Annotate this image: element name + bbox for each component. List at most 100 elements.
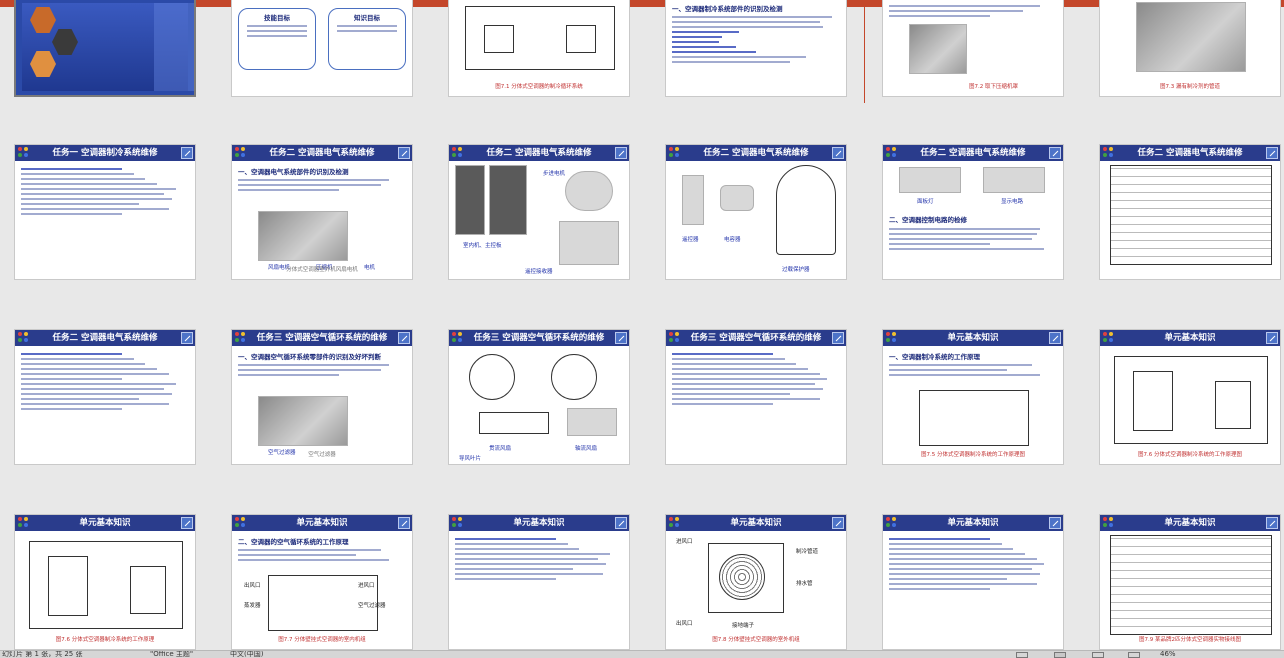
text-line bbox=[21, 178, 146, 180]
slide-title: 单元基本知识 bbox=[730, 518, 782, 528]
text-line bbox=[455, 563, 607, 565]
logo-icon bbox=[885, 146, 899, 160]
text-line bbox=[238, 364, 390, 366]
hexagon-image bbox=[30, 7, 56, 33]
zoom-level: 46% bbox=[1160, 650, 1176, 658]
text-line bbox=[889, 578, 1007, 580]
slide-thumbnail[interactable]: 一、空调器制冷系统部件的识别及检测 bbox=[665, 0, 847, 97]
logo-icon bbox=[451, 331, 465, 345]
reading-view-button[interactable] bbox=[1092, 652, 1104, 658]
overload-protector-diagram bbox=[776, 165, 836, 255]
receiver-photo bbox=[559, 221, 619, 265]
figure-caption: 图7.1 分体式空调器的制冷循环系统 bbox=[495, 84, 583, 90]
pen-icon bbox=[615, 147, 627, 159]
text-line bbox=[889, 369, 1007, 371]
slide-thumbnail[interactable]: 单元基本知识 图7.6 分体式空调器制冷系统的工作原理图 bbox=[1099, 329, 1281, 465]
slide-thumbnail[interactable] bbox=[14, 0, 196, 97]
slide-thumbnail[interactable]: 单元基本知识 图7.6 分体式空调器制冷系统的工作原理 bbox=[14, 514, 196, 650]
control-board-photo bbox=[455, 165, 485, 235]
axial-fan-diagram bbox=[469, 354, 515, 400]
slide-body: 一、空调器制冷系统的工作原理 图7.5 分体式空调器制冷系统的工作原理图 bbox=[889, 350, 1057, 460]
slide-thumbnail[interactable]: 技能目标 知识目标 bbox=[231, 0, 413, 97]
slide-sorter-grid: 技能目标 知识目标图7.1 分体式空调器的制冷循环系统 一、空调器制冷系统部件的识别… bbox=[0, 0, 1284, 650]
capacitor-photo bbox=[720, 185, 754, 211]
slide-thumbnail[interactable]: 任务三 空调器空气循环系统的维修 一、空调器空气循环系统零部件的识别及好坏判断 空气… bbox=[231, 329, 413, 465]
slide-thumbnail[interactable]: 任务二 空调器电气系统维修 bbox=[14, 329, 196, 465]
slide-title: 任务二 空调器电气系统维修 bbox=[52, 333, 158, 343]
control-board-photo bbox=[489, 165, 527, 235]
slide-title: 任务二 空调器电气系统维修 bbox=[703, 148, 809, 158]
part-label: 进风口 bbox=[676, 539, 693, 545]
logo-icon bbox=[668, 516, 682, 530]
pipe-photo bbox=[1136, 2, 1246, 72]
slide-body: 图7.9 某品牌2匹分体式空调器实物接线图 bbox=[1106, 535, 1274, 645]
slide-thumbnail[interactable]: 任务二 空调器电气系统维修 面板灯 显示电路 二、空调器控制电路的检修 bbox=[882, 144, 1064, 280]
text-line bbox=[21, 183, 158, 185]
text-line bbox=[455, 538, 556, 540]
text-line bbox=[336, 25, 398, 27]
slide-title: 任务二 空调器电气系统维修 bbox=[920, 148, 1026, 158]
pen-icon bbox=[1049, 147, 1061, 159]
slide-title: 单元基本知识 bbox=[79, 518, 131, 528]
section-heading: 一、空调器制冷系统部件的识别及检测 bbox=[672, 5, 783, 13]
logo-icon bbox=[451, 516, 465, 530]
text-line bbox=[889, 538, 990, 540]
slide-thumbnail[interactable]: 图7.1 分体式空调器的制冷循环系统 bbox=[448, 0, 630, 97]
text-line bbox=[672, 393, 790, 395]
slide-body bbox=[889, 535, 1057, 645]
slide-body bbox=[455, 535, 623, 645]
text-line bbox=[21, 408, 122, 410]
slideshow-button[interactable] bbox=[1128, 652, 1140, 658]
pen-icon bbox=[181, 517, 193, 529]
text-line bbox=[455, 578, 556, 580]
slide-title: 任务一 空调器制冷系统维修 bbox=[52, 148, 158, 158]
slide-thumbnail[interactable]: 单元基本知识 bbox=[448, 514, 630, 650]
text-line bbox=[246, 25, 308, 27]
section-title: 一、空调器制冷系统的工作原理 bbox=[889, 353, 980, 361]
outdoor-unit-diagram bbox=[708, 543, 784, 613]
slide-thumbnail[interactable]: 任务二 空调器电气系统维修 室内机、主控板 步进电机 遥控接收器 bbox=[448, 144, 630, 280]
slide-title: 任务三 空调器空气循环系统的维修 bbox=[256, 333, 388, 343]
section-title: 一、空调器电气系统部件的识别及检测 bbox=[238, 168, 349, 176]
slide-header: 任务二 空调器电气系统维修 bbox=[883, 145, 1063, 161]
slide-sorter-view-button[interactable] bbox=[1054, 652, 1066, 658]
normal-view-button[interactable] bbox=[1016, 652, 1028, 658]
slide-thumbnail[interactable]: 单元基本知识 一、空调器制冷系统的工作原理 图7.5 分体式空调器制冷系统的工作原理… bbox=[882, 329, 1064, 465]
text-line bbox=[455, 568, 573, 570]
axial-fan-diagram bbox=[551, 354, 597, 400]
text-line bbox=[21, 168, 122, 170]
crossflow-fan-diagram bbox=[479, 412, 549, 434]
status-bar: 幻灯片 第 1 张，共 25 张 "Office 主题" 中文(中国) 46% bbox=[0, 650, 1284, 658]
slide-thumbnail[interactable]: 任务三 空调器空气循环系统的维修 bbox=[665, 329, 847, 465]
slide-thumbnail[interactable]: 图7.2 取下压缩机罩 bbox=[882, 0, 1064, 97]
text-line bbox=[672, 398, 820, 400]
slide-thumbnail[interactable]: 单元基本知识 图7.9 某品牌2匹分体式空调器实物接线图 bbox=[1099, 514, 1281, 650]
text-line bbox=[21, 363, 146, 365]
slide-thumbnail[interactable]: 任务二 空调器电气系统维修 遥控器 电容器 过载保护器 bbox=[665, 144, 847, 280]
slide-thumbnail[interactable]: 单元基本知识 bbox=[882, 514, 1064, 650]
slide-thumbnail[interactable]: 单元基本知识 进风口 制冷管道 排水管 出风口 接地端子 图7.8 分体壁挂式空调器的室外机… bbox=[665, 514, 847, 650]
text-line bbox=[672, 41, 720, 43]
pen-icon bbox=[398, 147, 410, 159]
text-line bbox=[672, 56, 807, 58]
section-title: 一、空调器空气循环系统零部件的识别及好坏判断 bbox=[238, 353, 381, 361]
slide-thumbnail[interactable]: 单元基本知识 二、空调器的空气循环系统的工作原理 出风口 进风口 蒸发器 空气过滤器 图7.… bbox=[231, 514, 413, 650]
text-line bbox=[21, 403, 169, 405]
text-line bbox=[889, 548, 1014, 550]
slide-thumbnail[interactable]: 任务三 空调器空气循环系统的维修 贯流风扇 轴流风扇 导风叶片 bbox=[448, 329, 630, 465]
pen-icon bbox=[1266, 517, 1278, 529]
text-line bbox=[238, 369, 381, 371]
slide-thumbnail[interactable]: 图7.3 漏有制冷剂的管道 bbox=[1099, 0, 1281, 97]
part-label: 电容器 bbox=[724, 237, 741, 243]
text-line bbox=[238, 549, 381, 551]
text-line bbox=[672, 353, 773, 355]
slide-thumbnail[interactable]: 任务二 空调器电气系统维修 一、空调器电气系统部件的识别及检测 风扇电机 压缩机 电机分… bbox=[231, 144, 413, 280]
slide-thumbnail[interactable]: 任务一 空调器制冷系统维修 bbox=[14, 144, 196, 280]
text-line bbox=[889, 5, 1041, 7]
text-line bbox=[889, 558, 1037, 560]
pen-icon bbox=[832, 147, 844, 159]
skill-goals-title: 技能目标 bbox=[264, 14, 290, 22]
diagram-label: 空气过滤器 bbox=[358, 603, 386, 609]
text-line bbox=[336, 30, 398, 32]
slide-thumbnail[interactable]: 任务二 空调器电气系统维修 bbox=[1099, 144, 1281, 280]
